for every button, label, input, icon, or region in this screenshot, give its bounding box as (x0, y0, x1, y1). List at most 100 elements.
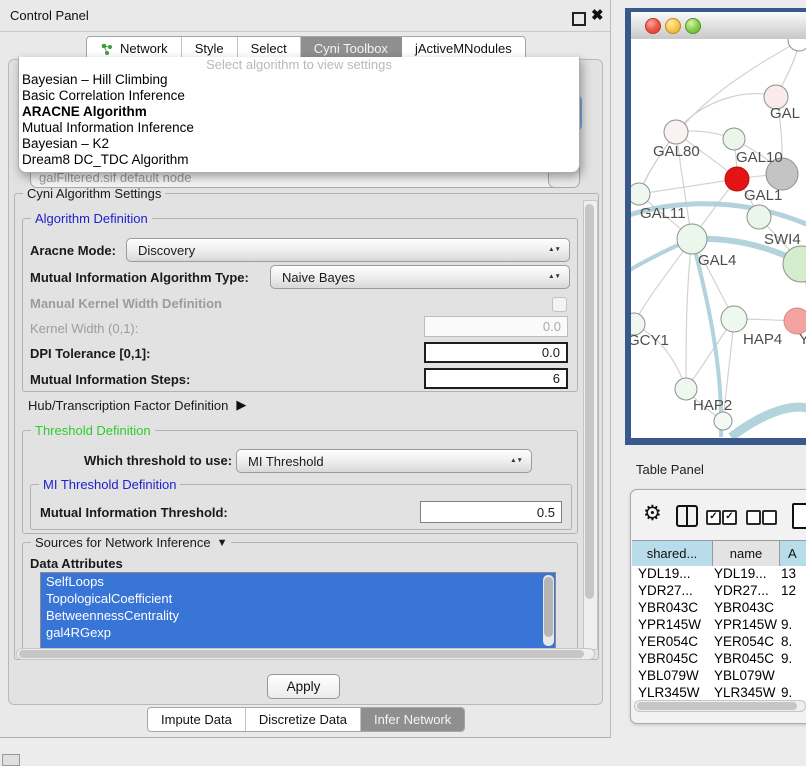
node[interactable] (788, 39, 806, 51)
algorithm-dropdown: Select algorithm to view settings Bayesi… (18, 57, 580, 173)
apply-button[interactable]: Apply (267, 674, 340, 699)
tab-discretize-data[interactable]: Discretize Data (246, 708, 361, 731)
attribute-item-selected[interactable]: BetweennessCentrality (41, 607, 555, 624)
mi-steps-field[interactable]: 6 (424, 368, 568, 389)
node[interactable] (714, 412, 732, 430)
document-icon[interactable] (792, 503, 806, 529)
screen: { "titlebar": { "title": "Control Panel"… (0, 0, 806, 762)
table-row[interactable]: YPR145W YPR145W 9. (632, 617, 806, 634)
threshold-definition-title: Threshold Definition (31, 423, 155, 438)
node-hap4[interactable] (721, 306, 747, 332)
unchecked-checkbox-icon[interactable] (762, 510, 777, 525)
mi-algorithm-type-combobox[interactable]: Naive Bayes ▲▼ (270, 265, 570, 289)
table-row[interactable]: YLR345W YLR345W 9. (632, 685, 806, 700)
mi-steps-label: Mutual Information Steps: (30, 372, 190, 387)
attribute-item-selected[interactable]: SelfLoops (41, 573, 555, 590)
which-threshold-combobox[interactable]: MI Threshold ▲▼ (236, 449, 532, 473)
float-window-icon[interactable] (572, 12, 586, 26)
manual-kernel-width-checkbox[interactable] (552, 297, 567, 312)
dropdown-prompt: Select algorithm to view settings (19, 57, 579, 72)
dropdown-item-selected[interactable]: ARACNE Algorithm (19, 104, 579, 120)
aracne-mode-label: Aracne Mode: (30, 243, 116, 258)
node-label: GAL11 (640, 205, 686, 222)
node-label: GAL80 (653, 143, 700, 160)
list-scrollbar-thumb[interactable] (544, 577, 553, 637)
column-header-name[interactable]: name (713, 541, 780, 566)
node-label: Y (799, 331, 806, 348)
settings-horizontal-scrollbar-thumb[interactable] (19, 650, 584, 658)
aracne-mode-combobox[interactable]: Discovery ▲▼ (126, 238, 570, 262)
list-scrollbar[interactable] (543, 575, 554, 646)
network-canvas[interactable]: GAL GAL80 GAL10 GAL1 GAL11 GAL4 SWI4 GCY… (631, 39, 806, 438)
table-row[interactable]: YBR045C YBR045C 9. (632, 651, 806, 668)
node-label: GAL4 (698, 252, 736, 269)
combo-arrows-icon: ▲▼ (510, 458, 523, 464)
kernel-width-label: Kernel Width (0,1): (30, 321, 138, 336)
node[interactable] (747, 205, 771, 229)
network-graph: GAL GAL80 GAL10 GAL1 GAL11 GAL4 SWI4 GCY… (631, 39, 806, 438)
node-label: GAL10 (736, 149, 783, 166)
table-row[interactable]: YDR27... YDR27... 12 (632, 583, 806, 600)
settings-vertical-scrollbar[interactable] (583, 200, 598, 650)
table-row[interactable]: YER054C YER054C 8. (632, 634, 806, 651)
close-traffic-light-icon[interactable] (645, 18, 661, 34)
bottom-left-widget-fragment[interactable] (2, 754, 20, 766)
column-header-shared-name[interactable]: shared... (632, 541, 713, 566)
dropdown-item[interactable]: Basic Correlation Inference (19, 88, 579, 104)
hub-tf-definition-label: Hub/Transcription Factor Definition (28, 398, 228, 413)
hub-tf-definition-row[interactable]: Hub/Transcription Factor Definition ▶ (28, 397, 246, 413)
node-label: GAL (770, 105, 800, 122)
control-panel-window: Control Panel ✖ Network Style Select Cyn… (0, 0, 611, 738)
network-icon (100, 42, 114, 56)
table-row[interactable]: YDL19... YDL19... 13 (632, 566, 806, 583)
tab-impute-data[interactable]: Impute Data (148, 708, 246, 731)
dpi-tolerance-label: DPI Tolerance [0,1]: (30, 346, 150, 361)
mi-threshold-group-title: MI Threshold Definition (39, 477, 180, 492)
node-label: SWI4 (764, 231, 801, 248)
close-icon[interactable]: ✖ (591, 6, 604, 24)
kernel-width-field[interactable]: 0.0 (424, 316, 568, 337)
control-panel-titlebar: Control Panel ✖ (0, 0, 610, 32)
settings-horizontal-scrollbar[interactable] (16, 648, 595, 660)
data-attributes-label: Data Attributes (30, 556, 123, 571)
expanded-arrow-icon[interactable]: ▼ (217, 537, 228, 549)
mi-algorithm-type-value: Naive Bayes (282, 270, 355, 285)
unchecked-checkbox-icon[interactable] (746, 510, 761, 525)
cyni-bottom-tabbar: Impute Data Discretize Data Infer Networ… (147, 707, 465, 732)
dropdown-item[interactable]: Bayesian – K2 (19, 136, 579, 152)
node-gal80[interactable] (664, 120, 688, 144)
control-panel-title: Control Panel (10, 0, 89, 31)
collapsed-arrow-icon[interactable]: ▶ (236, 397, 246, 413)
tab-network-label: Network (120, 41, 168, 56)
checked-checkbox-icon[interactable]: ✓ (722, 510, 737, 525)
attribute-item-selected[interactable]: TopologicalCoefficient (41, 590, 555, 607)
tab-infer-network[interactable]: Infer Network (361, 708, 464, 731)
dropdown-item[interactable]: Mutual Information Inference (19, 120, 579, 136)
node-label: HAP4 (743, 331, 782, 348)
attribute-item-selected[interactable]: gal4RGexp (41, 624, 555, 641)
settings-vertical-scrollbar-thumb[interactable] (585, 204, 594, 599)
zoom-traffic-light-icon[interactable] (685, 18, 701, 34)
table-horizontal-scrollbar[interactable] (634, 700, 806, 712)
split-columns-icon[interactable] (676, 505, 698, 527)
node-gal4[interactable] (677, 224, 707, 254)
data-attributes-list: SelfLoops TopologicalCoefficient Between… (40, 572, 556, 650)
dpi-tolerance-field[interactable]: 0.0 (424, 342, 568, 363)
dropdown-item[interactable]: Dream8 DC_TDC Algorithm (19, 152, 579, 168)
node-gal10[interactable] (723, 128, 745, 150)
gear-icon[interactable]: ⚙ (643, 501, 662, 526)
checked-checkbox-icon[interactable]: ✓ (706, 510, 721, 525)
column-header-partial[interactable]: A (780, 541, 806, 566)
table-row[interactable]: YBR043C YBR043C (632, 600, 806, 617)
node-label: HAP2 (693, 397, 732, 414)
node-gal11[interactable] (631, 183, 650, 205)
node-swi4[interactable] (783, 246, 806, 282)
mi-threshold-field[interactable]: 0.5 (420, 501, 562, 523)
table-row[interactable]: YBL079W YBL079W (632, 668, 806, 685)
table-horizontal-scrollbar-thumb[interactable] (637, 702, 797, 710)
network-window-titlebar[interactable] (631, 12, 806, 40)
minimize-traffic-light-icon[interactable] (665, 18, 681, 34)
node-label: GCY1 (631, 332, 669, 349)
algorithm-definition-title: Algorithm Definition (31, 211, 152, 226)
dropdown-item[interactable]: Bayesian – Hill Climbing (19, 72, 579, 88)
